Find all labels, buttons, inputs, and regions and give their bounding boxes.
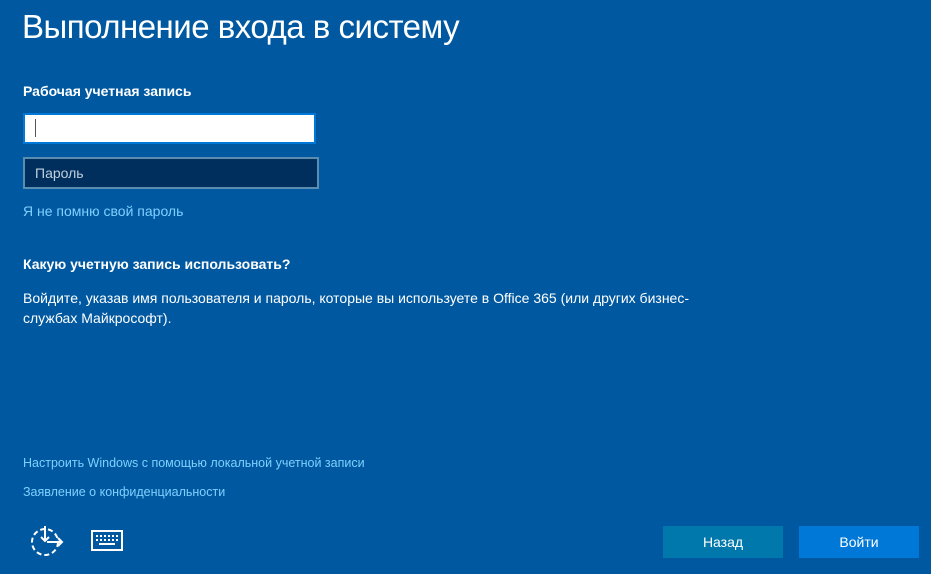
privacy-statement-link[interactable]: Заявление о конфиденциальности	[23, 485, 225, 499]
keyboard-icon[interactable]	[90, 529, 124, 553]
sign-in-button[interactable]: Войти	[799, 526, 919, 558]
local-account-link[interactable]: Настроить Windows с помощью локальной уч…	[23, 456, 365, 470]
description-text: Войдите, указав имя пользователя и парол…	[23, 290, 689, 326]
account-label: Рабочая учетная запись	[23, 83, 192, 99]
email-field[interactable]	[23, 113, 316, 144]
question-heading: Какую учетную запись использовать?	[23, 256, 291, 272]
back-button[interactable]: Назад	[663, 526, 783, 558]
page-title: Выполнение входа в систему	[22, 8, 460, 45]
text-caret	[35, 119, 36, 137]
ease-of-access-icon[interactable]	[28, 524, 66, 558]
forgot-password-link[interactable]: Я не помню свой пароль	[23, 203, 183, 219]
password-field[interactable]: Пароль	[23, 157, 319, 189]
